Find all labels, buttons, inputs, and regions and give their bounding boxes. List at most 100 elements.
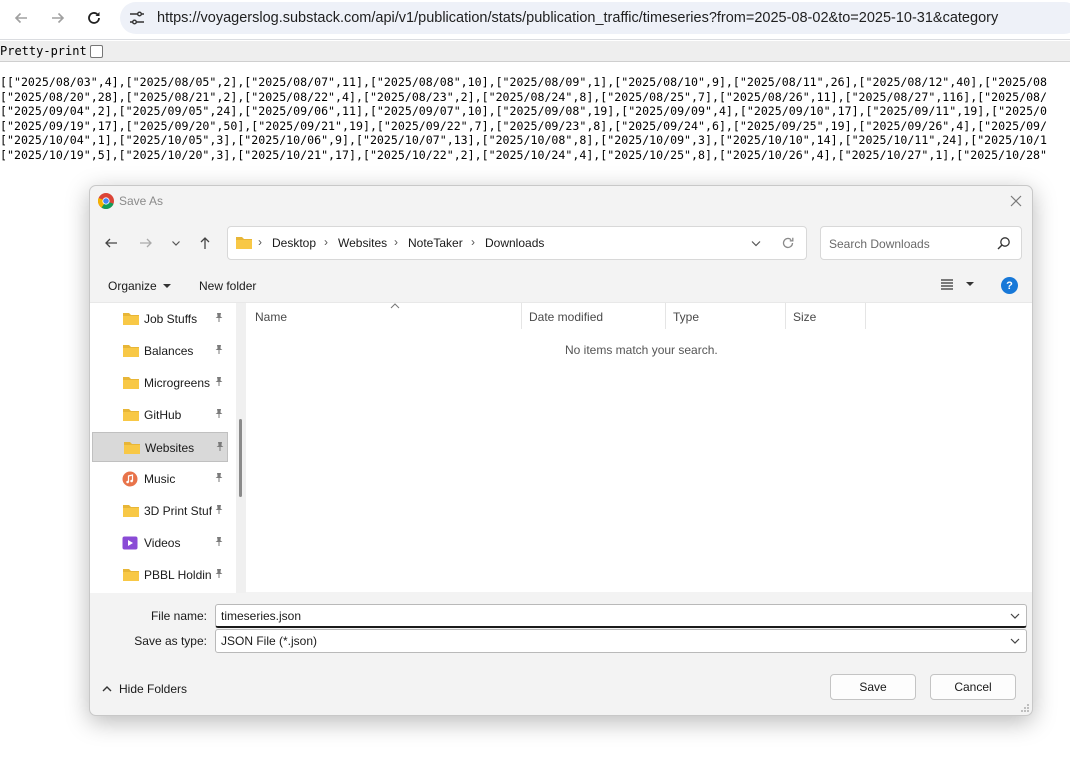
- dialog-back-button[interactable]: [100, 232, 122, 254]
- dialog-title-bar[interactable]: Save As: [90, 186, 1032, 216]
- json-line: ["2025/09/19",17],["2025/09/20",50],["20…: [0, 118, 1048, 133]
- chevron-up-icon: [102, 686, 112, 692]
- column-header-size[interactable]: Size: [786, 303, 866, 329]
- breadcrumb-downloads[interactable]: Downloads: [485, 236, 544, 250]
- nav-item-videos[interactable]: Videos: [92, 528, 228, 558]
- chevron-down-icon[interactable]: [1010, 612, 1020, 620]
- pin-icon: [214, 312, 224, 326]
- save-type-row: Save as type: JSON File (*.json): [90, 629, 1032, 653]
- music-icon: [122, 471, 138, 490]
- pin-icon: [215, 441, 225, 455]
- hide-folders-label: Hide Folders: [119, 682, 188, 696]
- folder-icon: [122, 343, 140, 361]
- dialog-forward-button[interactable]: [135, 232, 157, 254]
- site-settings-icon[interactable]: [128, 9, 146, 27]
- navigation-scrollbar[interactable]: [236, 303, 246, 593]
- json-line: ["2025/08/20",28],["2025/08/21",2],["202…: [0, 89, 1048, 104]
- organize-label: Organize: [108, 279, 157, 293]
- nav-item-label: PBBL Holdings: [144, 568, 212, 582]
- arrow-left-icon: [105, 238, 117, 248]
- help-icon[interactable]: ?: [1001, 277, 1018, 294]
- nav-item-label: GitHub: [144, 408, 182, 422]
- nav-item-label: Websites: [145, 441, 195, 455]
- breadcrumb-separator-icon: ›: [258, 235, 262, 249]
- resize-grip-icon[interactable]: [1020, 703, 1030, 713]
- chevron-down-icon[interactable]: [1010, 637, 1020, 645]
- pretty-print-checkbox[interactable]: [90, 45, 103, 58]
- nav-item-job-stuffs[interactable]: Job Stuffs: [92, 304, 228, 334]
- nav-item-balances[interactable]: Balances: [92, 336, 228, 366]
- column-header-name[interactable]: Name: [248, 303, 522, 329]
- chevron-down-icon[interactable]: [750, 237, 762, 249]
- browser-toolbar: https://voyagerslog.substack.com/api/v1/…: [0, 0, 1070, 36]
- chrome-icon: [98, 193, 114, 209]
- cancel-button[interactable]: Cancel: [930, 674, 1016, 700]
- pin-icon: [214, 568, 224, 582]
- location-bar[interactable]: › Desktop › Websites › NoteTaker › Downl…: [227, 226, 807, 260]
- new-folder-button[interactable]: New folder: [199, 279, 256, 293]
- url-text: https://voyagerslog.substack.com/api/v1/…: [157, 10, 999, 26]
- nav-item-websites[interactable]: Websites: [92, 432, 228, 462]
- nav-item-label: Microgreens: [144, 376, 211, 390]
- nav-item-3d-print-stuff[interactable]: 3D Print Stuff: [92, 496, 228, 526]
- save-as-dialog: Save As › Desktop › Websites › NoteTaker…: [89, 185, 1033, 716]
- arrow-right-icon: [140, 238, 152, 248]
- nav-item-label: Music: [144, 472, 176, 486]
- save-button[interactable]: Save: [830, 674, 916, 700]
- dialog-body: Job Stuffs Balances Microgreens GitHub Websi…: [90, 302, 1032, 593]
- folder-icon: [122, 407, 140, 425]
- folder-icon: [122, 311, 140, 329]
- back-button[interactable]: [9, 6, 33, 30]
- nav-item-label: Balances: [144, 344, 194, 358]
- folder-icon: [122, 375, 140, 393]
- folder-icon: [123, 440, 141, 458]
- caret-down-icon: [162, 284, 171, 288]
- caret-down-icon: [966, 282, 974, 286]
- json-line: ["2025/10/19",5],["2025/10/20",3],["2025…: [0, 147, 1048, 162]
- file-name-value: timeseries.json: [221, 609, 302, 623]
- chevron-down-icon: [172, 241, 180, 246]
- search-box[interactable]: Search Downloads: [820, 226, 1022, 260]
- file-name-input[interactable]: timeseries.json: [215, 604, 1027, 628]
- recent-locations-button[interactable]: [165, 232, 187, 254]
- search-placeholder: Search Downloads: [829, 237, 930, 251]
- save-type-select[interactable]: JSON File (*.json): [215, 629, 1027, 653]
- refresh-icon[interactable]: [780, 235, 796, 251]
- sort-ascending-icon: [390, 303, 400, 309]
- breadcrumb-desktop[interactable]: Desktop: [272, 236, 316, 250]
- hide-folders-button[interactable]: Hide Folders: [102, 682, 187, 696]
- empty-folder-message: No items match your search.: [565, 343, 718, 357]
- dialog-title: Save As: [119, 194, 164, 208]
- nav-item-label: Job Stuffs: [144, 312, 198, 326]
- pin-icon: [214, 536, 224, 550]
- pretty-print-bar: Pretty-print: [0, 41, 1070, 62]
- column-header-date-modified[interactable]: Date modified: [522, 303, 666, 329]
- column-header-type[interactable]: Type: [666, 303, 786, 329]
- forward-button[interactable]: [46, 6, 70, 30]
- folder-icon: [236, 237, 252, 249]
- column-size-label: Size: [793, 310, 817, 324]
- breadcrumb-websites[interactable]: Websites: [338, 236, 387, 250]
- pin-icon: [214, 472, 224, 486]
- close-button[interactable]: [1006, 191, 1026, 211]
- column-name-label: Name: [255, 310, 288, 324]
- nav-item-github[interactable]: GitHub: [92, 400, 228, 430]
- organize-button[interactable]: Organize: [108, 279, 171, 293]
- reload-button[interactable]: [82, 6, 106, 30]
- up-button[interactable]: [194, 232, 216, 254]
- breadcrumb-notetaker[interactable]: NoteTaker: [408, 236, 463, 250]
- list-view-icon: [941, 279, 953, 290]
- nav-item-music[interactable]: Music: [92, 464, 228, 494]
- scrollbar-thumb[interactable]: [239, 419, 242, 497]
- json-line: ["2025/09/04",2],["2025/09/05",24],["202…: [0, 104, 1048, 118]
- save-type-value: JSON File (*.json): [221, 634, 318, 648]
- change-view-button[interactable]: [940, 278, 974, 290]
- arrow-left-icon: [14, 12, 27, 24]
- save-type-label: Save as type:: [134, 634, 207, 648]
- nav-item-label: 3D Print Stuff: [144, 504, 212, 518]
- nav-item-pbbl-holdings[interactable]: PBBL Holdings: [92, 560, 228, 590]
- arrow-right-icon: [52, 12, 65, 24]
- address-bar[interactable]: https://voyagerslog.substack.com/api/v1/…: [120, 2, 1070, 34]
- nav-item-microgreens[interactable]: Microgreens: [92, 368, 228, 398]
- command-bar: Organize New folder ?: [90, 270, 1032, 302]
